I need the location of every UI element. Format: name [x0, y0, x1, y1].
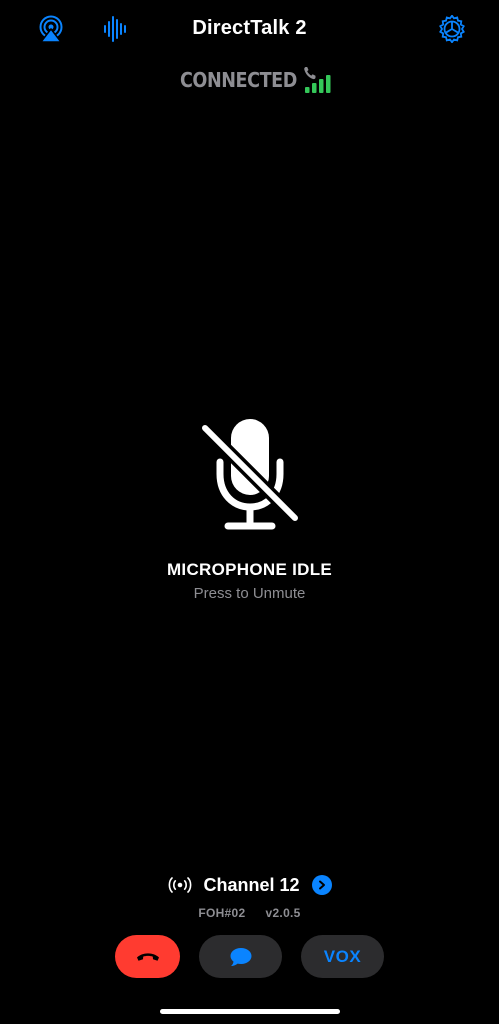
channel-label: Channel 12 — [203, 874, 300, 895]
app-title: DirectTalk 2 — [192, 17, 307, 39]
device-info: FOH#02 v2.0.5 — [0, 906, 499, 920]
home-indicator[interactable] — [160, 1009, 340, 1014]
microphone-state: MICROPHONE IDLE — [166, 560, 333, 579]
speech-bubble-icon — [230, 947, 251, 966]
phone-signal-icon — [303, 65, 335, 95]
vox-label: VOX — [323, 946, 362, 966]
phone-hangup-icon — [136, 952, 159, 961]
microphone-hint: Press to Unmute — [193, 585, 306, 602]
broadcast-icon — [169, 877, 192, 893]
settings-button[interactable] — [437, 14, 467, 44]
microphone-slash-icon — [198, 419, 302, 530]
vox-button[interactable]: VOX — [301, 935, 384, 978]
channel-chevron-button[interactable] — [311, 875, 332, 895]
chat-button[interactable] — [199, 935, 282, 978]
unmute-button[interactable] — [190, 410, 310, 540]
status-text: CONNECTED — [179, 68, 297, 92]
station-id: FOH#02 — [198, 906, 246, 920]
chevron-right-icon — [318, 880, 325, 890]
hangup-button[interactable] — [115, 935, 180, 978]
gear-icon — [439, 15, 465, 43]
channel-selector[interactable]: Channel 12 — [0, 872, 499, 898]
connection-status: CONNECTED — [0, 62, 499, 98]
app-version: v2.0.5 — [265, 906, 301, 920]
